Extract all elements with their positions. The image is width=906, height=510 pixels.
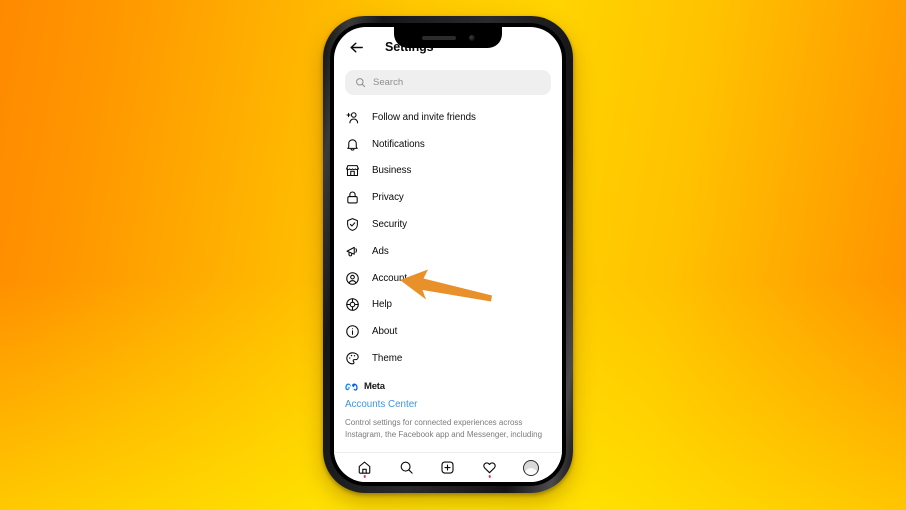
menu-item-help[interactable]: Help <box>345 292 551 319</box>
menu-item-label: Business <box>372 165 412 177</box>
menu-item-label: Help <box>372 299 392 311</box>
settings-menu: Follow and invite friends Notifications <box>334 104 562 372</box>
info-circle-icon <box>345 324 360 339</box>
menu-item-label: Security <box>372 219 407 231</box>
profile-avatar-icon <box>523 459 540 476</box>
menu-item-about[interactable]: About <box>345 318 551 345</box>
menu-item-business[interactable]: Business <box>345 158 551 185</box>
menu-item-theme[interactable]: Theme <box>345 345 551 372</box>
palette-icon <box>345 351 360 366</box>
menu-item-label: Privacy <box>372 192 404 204</box>
add-post-icon <box>441 461 455 474</box>
person-add-icon <box>345 110 360 125</box>
menu-item-privacy[interactable]: Privacy <box>345 184 551 211</box>
menu-item-ads[interactable]: Ads <box>345 238 551 265</box>
menu-item-follow-and-invite-friends[interactable]: Follow and invite friends <box>345 104 551 131</box>
menu-item-account[interactable]: Account <box>345 265 551 292</box>
nav-home-button[interactable] <box>354 457 376 479</box>
nav-profile-button[interactable] <box>520 457 542 479</box>
bottom-navigation-bar <box>334 452 562 482</box>
search-input[interactable]: Search <box>345 70 551 95</box>
meta-brand: Meta <box>345 381 551 392</box>
storefront-icon <box>345 163 360 178</box>
meta-section: Meta Accounts Center Control settings fo… <box>334 372 562 441</box>
menu-item-label: About <box>372 326 398 338</box>
heart-icon <box>483 462 496 474</box>
meta-infinity-logo <box>345 383 358 391</box>
menu-item-label: Notifications <box>372 138 425 150</box>
megaphone-icon <box>345 244 360 259</box>
bell-icon <box>345 137 360 152</box>
nav-badge-dot <box>363 475 367 478</box>
menu-item-label: Ads <box>372 245 389 257</box>
front-camera-icon <box>468 34 475 41</box>
search-section: Search <box>334 67 562 104</box>
arrow-left-icon <box>349 42 363 52</box>
nav-badge-dot <box>488 475 491 478</box>
lock-icon <box>345 190 360 205</box>
shield-check-icon <box>345 217 360 232</box>
nav-add-post-button[interactable] <box>437 457 459 479</box>
menu-item-label: Theme <box>372 353 403 365</box>
meta-wordmark: Meta <box>364 380 385 392</box>
back-button[interactable] <box>345 36 367 58</box>
lifebuoy-icon <box>345 297 360 312</box>
accounts-center-description: Control settings for connected experienc… <box>345 417 543 440</box>
menu-item-security[interactable]: Security <box>345 211 551 238</box>
menu-item-label: Account <box>372 272 408 284</box>
nav-search-button[interactable] <box>395 457 417 479</box>
person-circle-icon <box>345 271 360 286</box>
search-placeholder-text: Search <box>373 77 404 88</box>
speaker-grille-icon <box>421 35 456 40</box>
nav-activity-button[interactable] <box>479 457 501 479</box>
home-icon <box>358 461 371 474</box>
search-icon <box>356 78 366 88</box>
phone-device: Settings Search <box>323 16 573 493</box>
menu-item-label: Follow and invite friends <box>372 111 476 123</box>
accounts-center-link[interactable]: Accounts Center <box>345 399 551 410</box>
search-icon <box>400 461 413 474</box>
phone-notch <box>394 27 502 48</box>
phone-screen: Settings Search <box>334 27 562 482</box>
phone-bezel: Settings Search <box>330 23 566 486</box>
menu-item-notifications[interactable]: Notifications <box>345 131 551 158</box>
